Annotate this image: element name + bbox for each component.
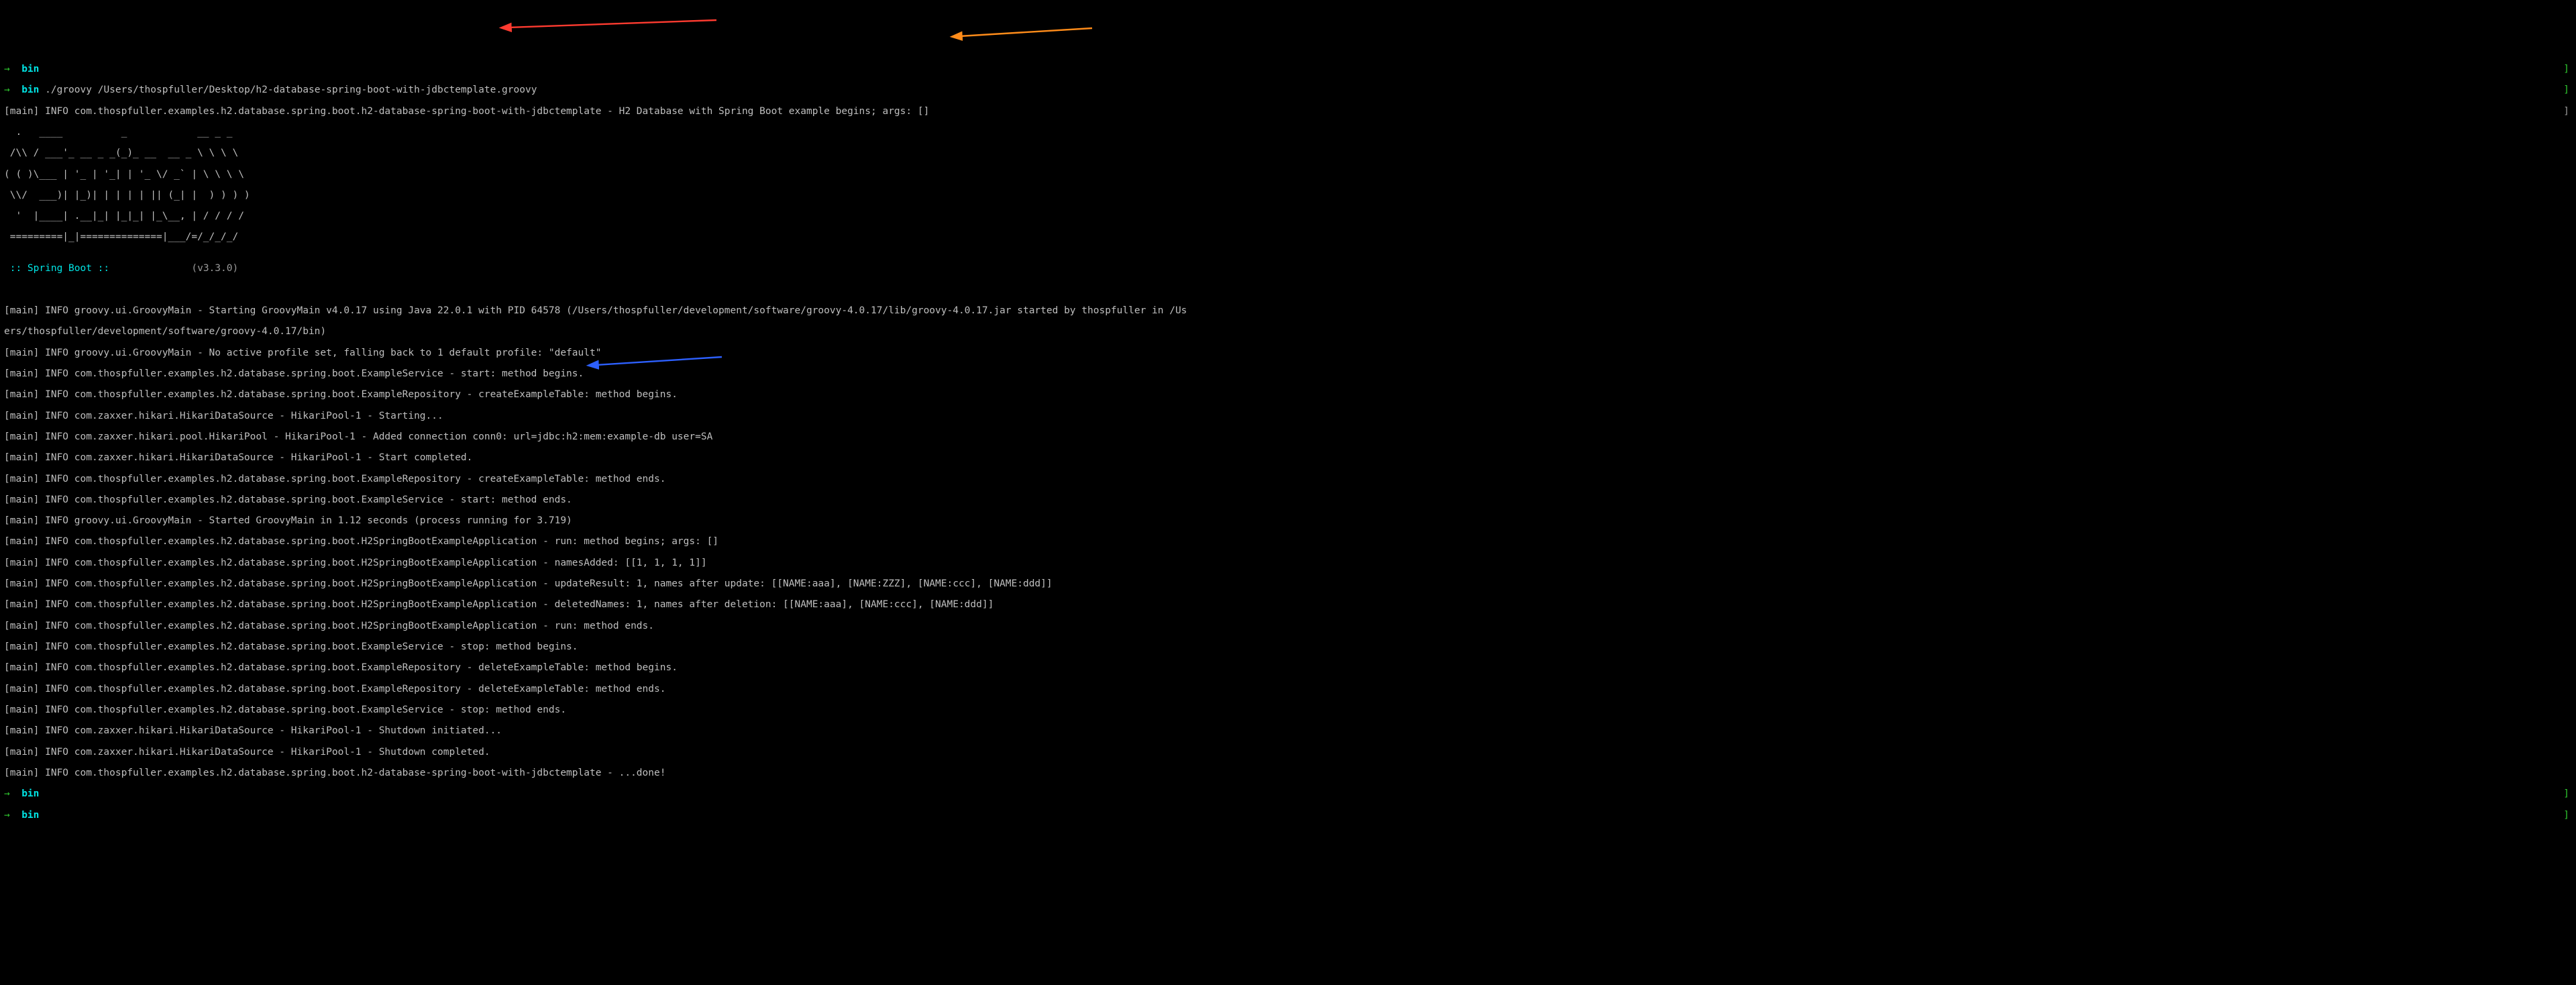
prompt-dir: bin xyxy=(21,85,39,95)
log-line: [main] INFO com.thospfuller.examples.h2.… xyxy=(4,579,2572,590)
spring-boot-tag: :: Spring Boot :: xyxy=(4,263,115,274)
log-line: [main] INFO com.thospfuller.examples.h2.… xyxy=(4,495,2572,506)
log-line: [main] INFO com.zaxxer.hikari.HikariData… xyxy=(4,411,2572,422)
terminal-output[interactable]: → bin] → bin ./groovy /Users/thospfuller… xyxy=(0,52,2576,912)
log-line: [main] INFO com.thospfuller.examples.h2.… xyxy=(4,474,2572,485)
log-line: [main] INFO com.thospfuller.examples.h2.… xyxy=(4,705,2572,716)
spring-boot-tag-line: :: Spring Boot :: (v3.3.0) xyxy=(4,254,2572,274)
log-line: [main] INFO com.thospfuller.examples.h2.… xyxy=(4,369,2572,380)
prompt-arrow-icon: → xyxy=(4,788,10,799)
log-line: [main] INFO com.thospfuller.examples.h2.… xyxy=(4,684,2572,695)
spring-banner-5: =========|_|==============|___/=/_/_/_/ xyxy=(4,232,2572,243)
spring-banner-0: . ____ _ __ _ _ xyxy=(4,127,2572,138)
prompt-line-command: → bin ./groovy /Users/thospfuller/Deskto… xyxy=(4,85,2572,96)
log-first: [main] INFO com.thospfuller.examples.h2.… xyxy=(4,107,2572,117)
prompt-arrow-icon: → xyxy=(4,810,10,821)
log-line: [main] INFO com.thospfuller.examples.h2.… xyxy=(4,663,2572,674)
prompt-dir: bin xyxy=(21,810,39,821)
log-line: [main] INFO groovy.ui.GroovyMain - Start… xyxy=(4,516,2572,527)
log-line: ers/thospfuller/development/software/gro… xyxy=(4,327,2572,338)
arrow-red xyxy=(508,20,716,28)
log-line: [main] INFO com.thospfuller.examples.h2.… xyxy=(4,390,2572,401)
log-line: [main] INFO groovy.ui.GroovyMain - Start… xyxy=(4,306,2572,317)
end-bracket: ] xyxy=(2563,789,2569,800)
log-line: [main] INFO com.thospfuller.examples.h2.… xyxy=(4,642,2572,653)
log-line: [main] INFO com.thospfuller.examples.h2.… xyxy=(4,537,2572,548)
log-line: [main] INFO com.zaxxer.hikari.HikariData… xyxy=(4,453,2572,464)
prompt-dir: bin xyxy=(21,64,39,74)
prompt-arrow-icon: → xyxy=(4,64,10,74)
spring-banner-2: ( ( )\___ | '_ | '_| | '_ \/ _` | \ \ \ … xyxy=(4,170,2572,180)
prompt-line-1: → bin] xyxy=(4,64,2572,75)
prompt-arrow-icon: → xyxy=(4,85,10,95)
end-bracket: ] xyxy=(2563,107,2569,117)
log-line-done: [main] INFO com.thospfuller.examples.h2.… xyxy=(4,768,2572,779)
spring-banner-3: \\/ ___)| |_)| | | | | || (_| | ) ) ) ) xyxy=(4,191,2572,201)
spring-banner-1: /\\ / ___'_ __ _ _(_)_ __ __ _ \ \ \ \ xyxy=(4,148,2572,159)
prompt-line-3: → bin] xyxy=(4,789,2572,800)
arrow-orange xyxy=(959,28,1092,36)
spring-banner-4: ' |____| .__|_| |_|_| |_\__, | / / / / xyxy=(4,211,2572,222)
end-bracket: ] xyxy=(2563,85,2569,96)
log-line: [main] INFO com.thospfuller.examples.h2.… xyxy=(4,600,2572,611)
log-line: [main] INFO com.zaxxer.hikari.HikariData… xyxy=(4,747,2572,758)
spring-boot-version: (v3.3.0) xyxy=(115,263,238,274)
log-line: [main] INFO com.zaxxer.hikari.pool.Hikar… xyxy=(4,432,2572,443)
end-bracket: ] xyxy=(2563,64,2569,75)
prompt-line-4: → bin] xyxy=(4,811,2572,821)
end-bracket: ] xyxy=(2563,811,2569,821)
prompt-dir: bin xyxy=(21,788,39,799)
log-line: [main] INFO com.thospfuller.examples.h2.… xyxy=(4,621,2572,632)
log-line: [main] INFO groovy.ui.GroovyMain - No ac… xyxy=(4,348,2572,359)
log-line: [main] INFO com.zaxxer.hikari.HikariData… xyxy=(4,726,2572,737)
groovy-command: ./groovy /Users/thospfuller/Desktop/h2-d… xyxy=(45,85,537,95)
log-line: [main] INFO com.thospfuller.examples.h2.… xyxy=(4,558,2572,569)
